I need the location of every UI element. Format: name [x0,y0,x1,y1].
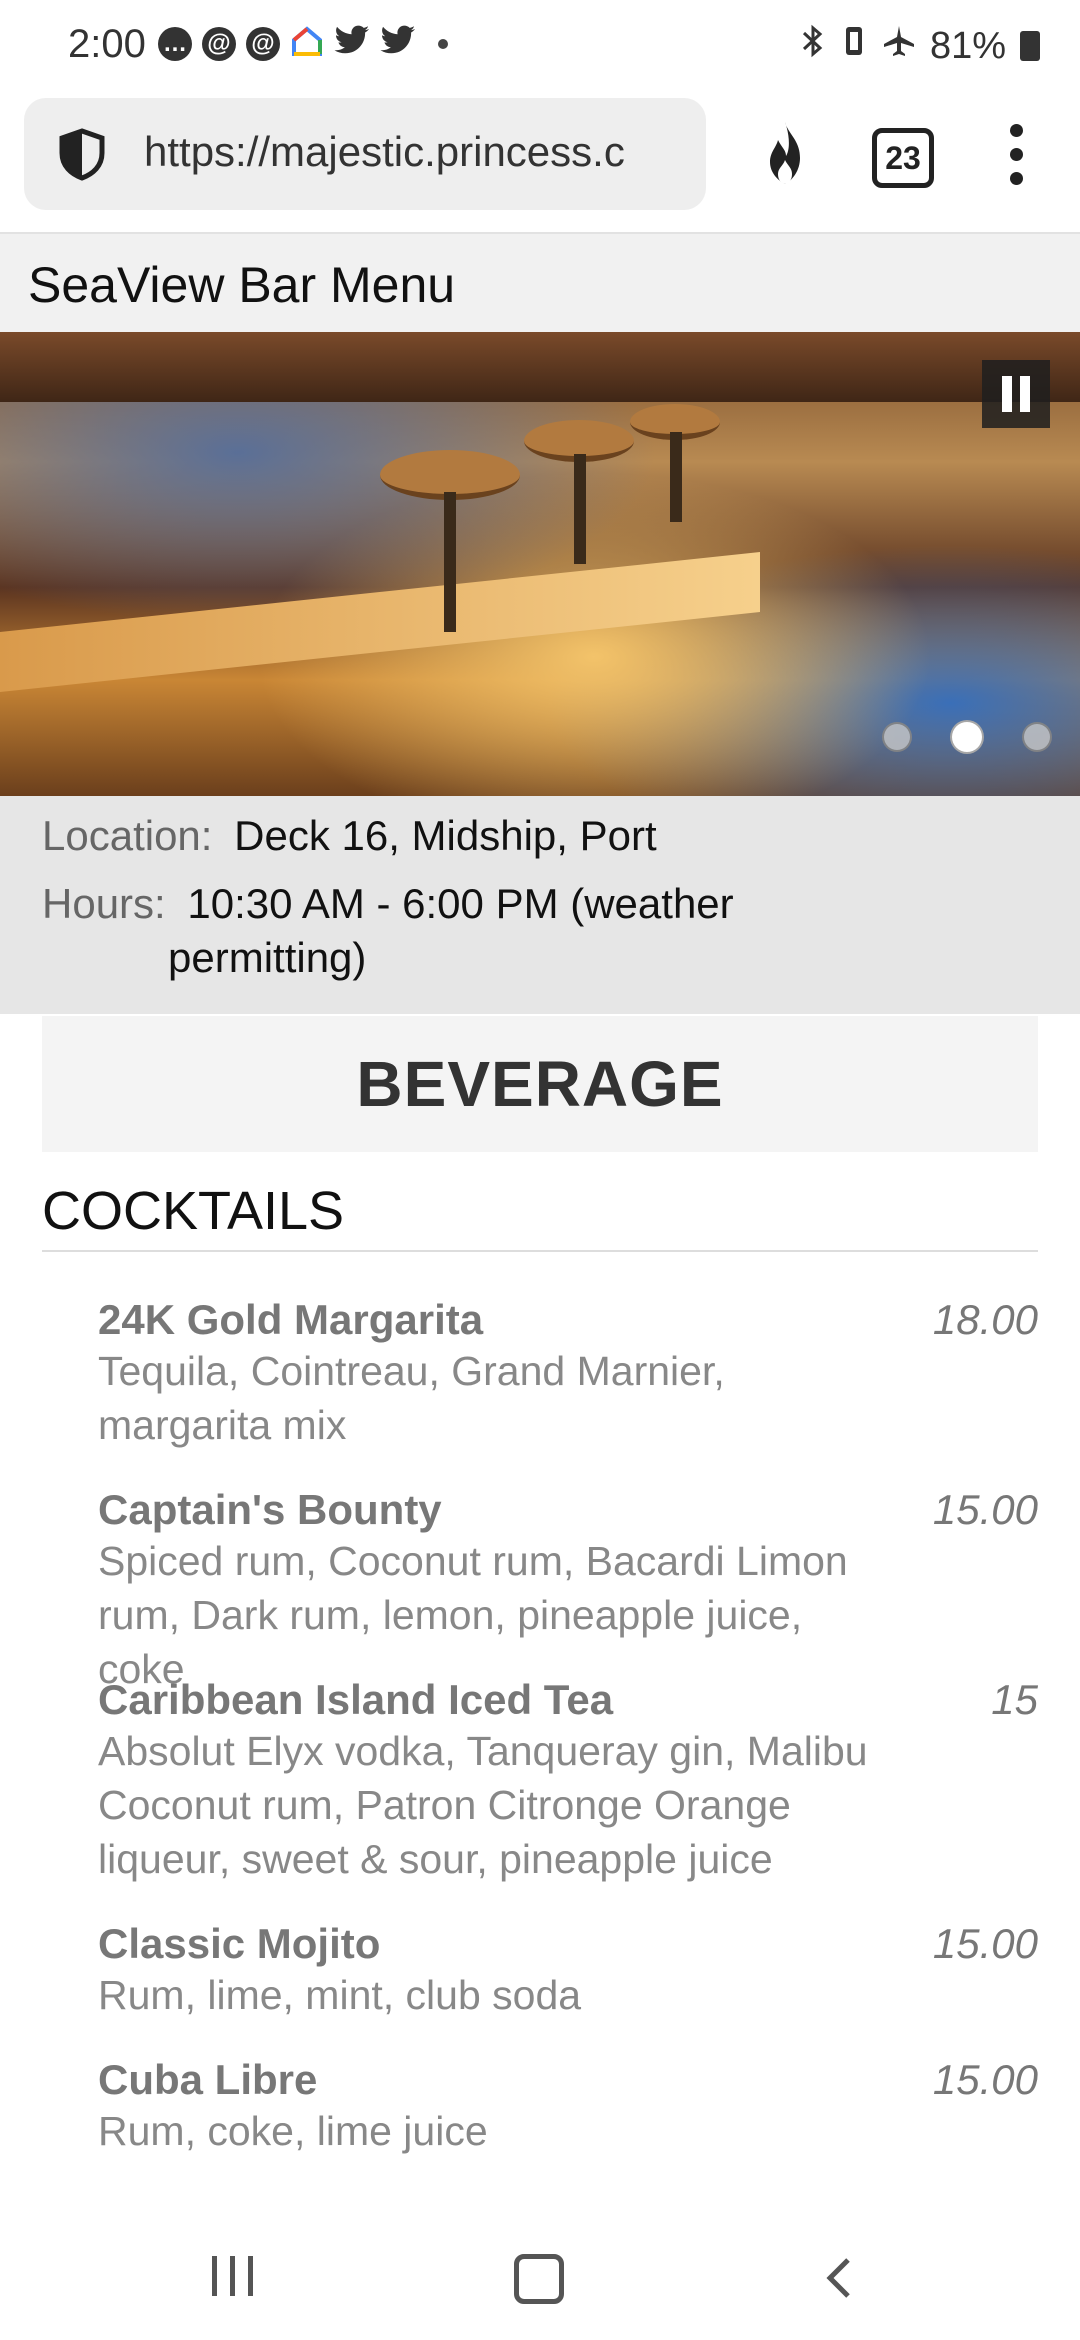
system-icons: 81% [800,24,1040,68]
item-price: 15.00 [932,1486,1038,1533]
page-header: SeaView Bar Menu [0,232,1080,334]
hours-label: Hours: [42,880,166,927]
shield-icon[interactable] [54,126,110,182]
recents-button[interactable] [212,2256,258,2296]
chat-icon: … [158,26,192,61]
hours-value-cont: permitting) [168,934,367,981]
category-title: COCKTAILS [42,1181,345,1241]
twitter-icon [380,25,416,62]
carousel-indicators [882,720,1052,754]
item-description: Spiced rum, Coconut rum, Bacardi Limon r… [98,1538,848,1692]
bar-stool-pole [444,492,456,632]
hero-bar-counter [0,552,760,692]
item-description: Absolut Elyx vodka, Tanqueray gin, Malib… [98,1728,868,1882]
fire-icon[interactable] [752,118,818,190]
location-value: Deck 16, Midship, Port [234,812,657,859]
item-name: Cuba Libre [98,2056,318,2103]
battery-icon [1020,31,1040,61]
google-home-icon [290,24,324,63]
section-header: BEVERAGE [42,1016,1038,1152]
hero-carousel-image[interactable] [0,332,1080,796]
hours-value: 10:30 AM - 6:00 PM (weather [187,880,734,927]
item-description: Rum, coke, lime juice [98,2108,488,2154]
item-name: Caribbean Island Iced Tea [98,1676,614,1723]
back-button[interactable] [824,2256,854,2298]
notification-icons: … @ @ [158,24,448,63]
twitter-icon [334,25,370,62]
bar-stool-pole [574,454,586,564]
more-menu-icon[interactable] [1010,124,1024,196]
home-button[interactable] [514,2254,564,2304]
menu-item: Classic Mojito 15.00 Rum, lime, mint, cl… [98,1920,1038,2022]
carousel-dot[interactable] [882,722,912,752]
system-nav-bar [0,2204,1080,2340]
item-name: Classic Mojito [98,1920,381,1967]
item-name: Captain's Bounty [98,1486,442,1533]
menu-item: 24K Gold Margarita 18.00 Tequila, Cointr… [98,1296,1038,1452]
status-bar: 2:00 … @ @ 81% [0,0,1080,94]
status-time: 2:00 [68,22,146,66]
bar-stool-pole [670,432,682,522]
item-description: Tequila, Cointreau, Grand Marnier, marga… [98,1348,725,1448]
item-description: Rum, lime, mint, club soda [98,1972,582,2018]
threads-icon: @ [202,26,236,61]
dot-icon [438,38,448,49]
vibrate-icon [840,24,868,68]
category-header: COCKTAILS [42,1180,1038,1252]
hours-row-continued: permitting) [168,934,366,982]
item-price: 15 [991,1676,1038,1723]
menu-item: Cuba Libre 15.00 Rum, coke, lime juice [98,2056,1038,2158]
item-price: 15.00 [932,2056,1038,2103]
url-text[interactable]: https://majestic.princess.c [144,128,704,176]
hero-ceiling [0,332,1080,402]
browser-toolbar: https://majestic.princess.c 23 [0,94,1080,230]
menu-item: Caribbean Island Iced Tea 15 Absolut Ely… [98,1676,1038,1886]
tab-switcher-button[interactable]: 23 [872,128,934,188]
pause-button[interactable] [982,360,1050,428]
carousel-dot-active[interactable] [950,720,984,754]
bluetooth-icon [800,24,826,68]
item-name: 24K Gold Margarita [98,1296,484,1343]
carousel-dot[interactable] [1022,722,1052,752]
airplane-icon [882,24,916,68]
venue-info: Location: Deck 16, Midship, Port Hours: … [0,796,1080,1014]
address-bar[interactable]: https://majestic.princess.c [24,98,706,210]
page-title: SeaView Bar Menu [28,257,456,313]
item-price: 15.00 [932,1920,1038,1967]
battery-percent: 81% [929,24,1006,67]
menu-item: Captain's Bounty 15.00 Spiced rum, Cocon… [98,1486,1038,1696]
location-row: Location: Deck 16, Midship, Port [42,812,657,860]
section-title: BEVERAGE [356,1048,724,1120]
hours-row: Hours: 10:30 AM - 6:00 PM (weather [42,880,734,928]
location-label: Location: [42,812,213,859]
threads-icon: @ [246,26,280,61]
item-price: 18.00 [932,1296,1038,1343]
